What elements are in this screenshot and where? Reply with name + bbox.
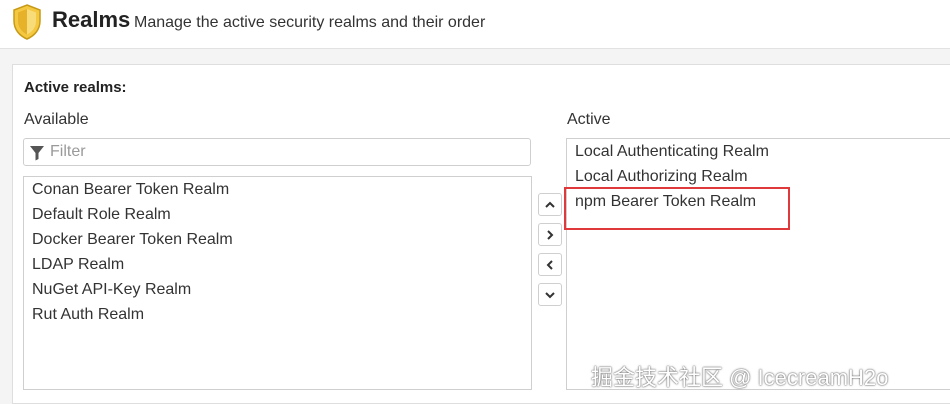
chevron-right-icon (547, 229, 554, 240)
highlight-box (564, 187, 790, 230)
available-item-nuget[interactable]: NuGet API-Key Realm (32, 281, 191, 299)
move-left-button[interactable] (538, 253, 562, 276)
available-label: Available (24, 111, 89, 128)
filter-icon (30, 146, 44, 161)
available-item-conan[interactable]: Conan Bearer Token Realm (32, 181, 229, 199)
filter-input[interactable] (50, 140, 520, 164)
chevron-down-icon (545, 291, 555, 298)
page-title: Realms (52, 7, 131, 32)
page-subtitle: Manage the active security realms and th… (134, 14, 486, 31)
chevron-left-icon (546, 259, 553, 270)
move-up-button[interactable] (538, 193, 562, 216)
active-realms-heading: Active realms: (24, 79, 127, 96)
available-realms-list[interactable]: Conan Bearer Token Realm Default Role Re… (23, 176, 532, 390)
available-item-rut-auth[interactable]: Rut Auth Realm (32, 306, 144, 324)
page-header: Realms Manage the active security realms… (0, 0, 950, 49)
available-item-ldap[interactable]: LDAP Realm (32, 256, 124, 274)
active-item-local-authorizing[interactable]: Local Authorizing Realm (575, 168, 748, 186)
available-item-docker[interactable]: Docker Bearer Token Realm (32, 231, 233, 249)
active-realms-list[interactable]: Local Authenticating Realm Local Authori… (566, 138, 950, 390)
shield-icon (13, 4, 41, 40)
move-right-button[interactable] (538, 223, 562, 246)
available-item-default-role[interactable]: Default Role Realm (32, 206, 171, 224)
watermark: 掘金技术社区 @ IcecreamH2o (591, 365, 889, 390)
move-down-button[interactable] (538, 283, 562, 306)
active-label: Active (567, 111, 611, 128)
active-item-local-authenticating[interactable]: Local Authenticating Realm (575, 143, 769, 161)
filter-box[interactable] (23, 138, 531, 166)
chevron-up-icon (545, 201, 555, 208)
